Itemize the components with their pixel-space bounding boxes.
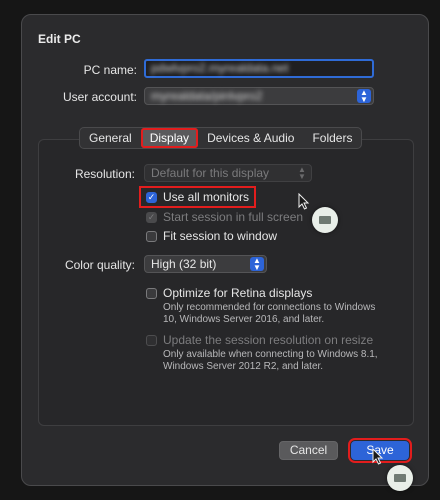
chevron-updown-icon: ▲ ▼ [250, 257, 264, 272]
cancel-button[interactable]: Cancel [279, 441, 338, 460]
tab-devices-audio[interactable]: Devices & Audio [198, 128, 303, 148]
resolution-select[interactable]: Default for this display ▲ ▼ [144, 164, 312, 182]
tab-general[interactable]: General [80, 128, 141, 148]
fit-to-window-checkbox[interactable] [146, 230, 157, 242]
display-panel [38, 139, 414, 426]
use-all-monitors-row[interactable]: ✓ Use all monitors [138, 186, 257, 208]
user-account-select[interactable]: myrealdata/pinlvpro2 ▲ ▼ [144, 87, 374, 105]
update-resize-note-line1: Only available when connecting to Window… [163, 349, 378, 360]
update-resize-row: Update the session resolution on resize [146, 333, 373, 347]
drag-badge-icon [387, 465, 413, 491]
chevron-updown-icon: ▲ ▼ [298, 165, 306, 181]
mouse-cursor-icon [372, 447, 384, 469]
retina-row[interactable]: Optimize for Retina displays [146, 286, 312, 300]
start-full-screen-row: ✓ Start session in full screen [146, 210, 303, 224]
pc-name-label: PC name: [83, 63, 137, 77]
update-resize-checkbox [146, 334, 157, 346]
retina-note-line1: Only recommended for connections to Wind… [163, 302, 376, 313]
mouse-cursor-icon [298, 192, 310, 214]
drag-monitor-badge-icon [312, 207, 338, 233]
update-resize-note: Only available when connecting to Window… [163, 349, 378, 373]
start-full-screen-checkbox: ✓ [146, 211, 157, 223]
resolution-label: Resolution: [74, 167, 135, 181]
chevron-updown-icon: ▲ ▼ [357, 89, 371, 104]
use-all-monitors-label: Use all monitors [163, 190, 250, 204]
retina-note-line2: 10, Windows Server 2016, and later. [163, 314, 325, 325]
use-all-monitors-checkbox[interactable]: ✓ [146, 191, 157, 203]
fit-to-window-label: Fit session to window [163, 229, 278, 243]
user-account-label: User account: [62, 90, 137, 104]
color-quality-label: Color quality: [64, 258, 135, 272]
tab-folders[interactable]: Folders [303, 128, 361, 148]
color-quality-value: High (32 bit) [151, 257, 217, 271]
start-full-screen-label: Start session in full screen [163, 210, 304, 224]
dialog-title: Edit PC [38, 32, 81, 46]
retina-checkbox[interactable] [146, 287, 157, 299]
pc-name-value: pdwlvpro2.myrealdata.net [151, 61, 289, 75]
user-account-value: myrealdata/pinlvpro2 [151, 89, 263, 103]
tab-display[interactable]: Display [140, 128, 199, 148]
tab-bar: General Display Devices & Audio Folders [79, 127, 363, 149]
edit-pc-dialog: Edit PC PC name: pdwlvpro2.myrealdata.ne… [21, 14, 429, 486]
fit-to-window-row[interactable]: Fit session to window [146, 229, 277, 243]
resolution-value: Default for this display [151, 166, 270, 180]
color-quality-select[interactable]: High (32 bit) ▲ ▼ [144, 255, 267, 273]
retina-label: Optimize for Retina displays [163, 286, 313, 300]
pc-name-field[interactable]: pdwlvpro2.myrealdata.net [144, 59, 374, 78]
update-resize-note-line2: Windows Server 2012 R2, and later. [163, 361, 324, 372]
retina-note: Only recommended for connections to Wind… [163, 302, 375, 326]
update-resize-label: Update the session resolution on resize [163, 333, 374, 347]
